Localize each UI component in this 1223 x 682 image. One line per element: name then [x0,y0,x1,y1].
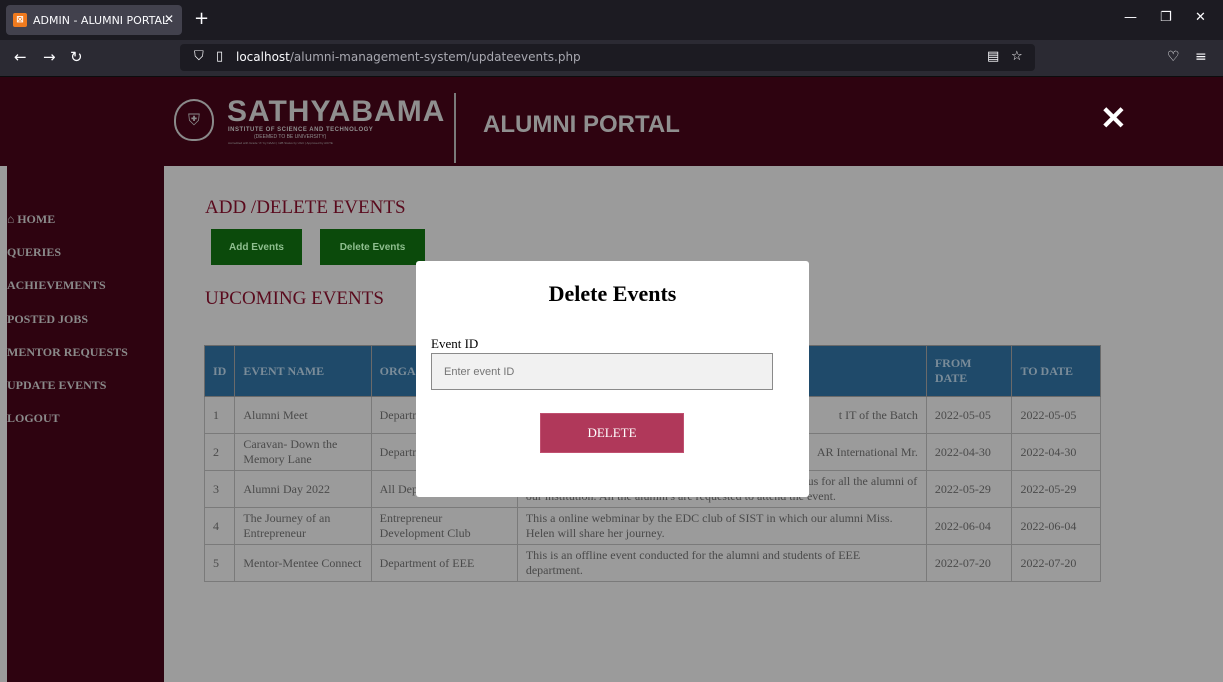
home-icon: ⌂ [7,212,18,226]
cell-from-date: 2022-07-20 [925,544,1013,582]
col-header-to-date: TO DATE [1011,345,1101,397]
sidebar-item-queries[interactable]: QUERIES [7,245,61,260]
cell-event-name: The Journey of an Entrepreneur [234,507,372,545]
col-header-id: ID [203,345,236,397]
back-icon[interactable]: ← [14,48,27,66]
delete-events-button[interactable]: Delete Events [320,229,425,265]
sidebar-item-label: HOME [17,212,56,226]
shield-icon[interactable]: ⛉ [194,49,204,64]
sidebar: ⌂ HOME QUERIES ACHIEVEMENTS POSTED JOBS … [7,166,164,682]
delete-events-modal: Delete Events Event ID DELETE [416,261,809,497]
sidebar-item-achievements[interactable]: ACHIEVEMENTS [7,278,106,293]
cell-id: 1 [203,396,236,434]
window-close-icon[interactable]: ✕ [1195,10,1206,25]
forward-icon[interactable]: → [43,48,56,66]
cell-organizer: Department of EEE [370,544,518,582]
upcoming-events-heading: UPCOMING EVENTS [205,288,384,309]
tab-title: ADMIN - ALUMNI PORTAL [33,13,169,27]
cell-to-date: 2022-04-30 [1011,433,1101,471]
add-events-button[interactable]: Add Events [211,229,302,265]
cell-id: 4 [203,507,236,545]
cell-to-date: 2022-05-29 [1011,470,1101,508]
minimize-icon[interactable]: — [1124,10,1137,25]
reader-view-icon[interactable]: ▤ [987,49,999,64]
cell-from-date: 2022-04-30 [925,433,1013,471]
url-path: /alumni-management-system/updateevents.p… [289,50,581,64]
cell-event-name: Alumni Day 2022 [234,470,372,508]
header-divider [454,93,456,163]
table-row: 4 The Journey of an Entrepreneur Entrepr… [203,507,1101,545]
cell-id: 5 [203,544,236,582]
page-icon[interactable]: ▯ [216,49,223,64]
cell-description: This a online webminar by the EDC club o… [516,507,927,545]
logo-name: SATHYABAMA [227,95,446,128]
university-emblem-icon: ⛨ [174,99,214,141]
logo-accreditation: Accredited with Grade "A" by NAAC | 12B … [228,141,333,145]
url-text[interactable]: localhost/alumni-management-system/updat… [236,50,581,64]
page-title: ADD /DELETE EVENTS [205,197,406,218]
cell-from-date: 2022-06-04 [925,507,1013,545]
url-host: localhost [236,50,290,64]
cell-event-name: Alumni Meet [234,396,372,434]
close-sidebar-icon[interactable]: ✕ [1100,99,1127,137]
cell-organizer: Entrepreneur Development Club [370,507,518,545]
restore-icon[interactable]: ❐ [1160,10,1172,25]
bookmark-star-icon[interactable]: ☆ [1011,49,1023,64]
event-id-input[interactable] [431,353,773,390]
cell-id: 3 [203,470,236,508]
sidebar-item-home[interactable]: ⌂ HOME [7,212,55,227]
tab-close-icon[interactable]: ✕ [164,12,174,26]
logo-deemed: (DEEMED TO BE UNIVERSITY) [254,134,327,140]
portal-title: ALUMNI PORTAL [483,111,680,138]
browser-tab[interactable]: ⊠ ADMIN - ALUMNI PORTAL ✕ [6,5,182,35]
cell-from-date: 2022-05-29 [925,470,1013,508]
col-header-from-date: FROM DATE [925,345,1013,397]
sidebar-item-posted-jobs[interactable]: POSTED JOBS [7,312,88,327]
table-row: 5 Mentor-Mentee Connect Department of EE… [203,544,1101,582]
cell-event-name: Mentor-Mentee Connect [234,544,372,582]
cell-from-date: 2022-05-05 [925,396,1013,434]
pocket-icon[interactable]: ♡ [1167,49,1180,65]
delete-button[interactable]: DELETE [540,413,684,453]
col-header-event-name: EVENT NAME [234,345,372,397]
modal-title: Delete Events [548,281,677,306]
xampp-icon: ⊠ [13,13,27,27]
page: ⛨ SATHYABAMA INSTITUTE OF SCIENCE AND TE… [0,77,1223,682]
sidebar-item-logout[interactable]: LOGOUT [7,411,60,426]
browser-navbar: ← → ↻ ⛉ ▯ localhost/alumni-management-sy… [0,40,1223,77]
new-tab-icon[interactable]: + [194,8,209,29]
reload-icon[interactable]: ↻ [70,48,83,66]
cell-id: 2 [203,433,236,471]
menu-icon[interactable]: ≡ [1195,49,1207,65]
logo-subtitle: INSTITUTE OF SCIENCE AND TECHNOLOGY [228,127,374,133]
event-id-label: Event ID [431,336,479,351]
cell-to-date: 2022-07-20 [1011,544,1101,582]
cell-description: This is an offline event conducted for t… [516,544,927,582]
site-header: ⛨ SATHYABAMA INSTITUTE OF SCIENCE AND TE… [0,77,1223,166]
sidebar-item-update-events[interactable]: UPDATE EVENTS [7,378,106,393]
cell-to-date: 2022-05-05 [1011,396,1101,434]
url-bar[interactable]: ⛉ ▯ localhost/alumni-management-system/u… [180,44,1035,71]
sidebar-item-mentor-requests[interactable]: MENTOR REQUESTS [7,345,128,360]
browser-tab-strip: ⊠ ADMIN - ALUMNI PORTAL ✕ + — ❐ ✕ [0,0,1223,40]
cell-event-name: Caravan- Down the Memory Lane [234,433,372,471]
cell-to-date: 2022-06-04 [1011,507,1101,545]
